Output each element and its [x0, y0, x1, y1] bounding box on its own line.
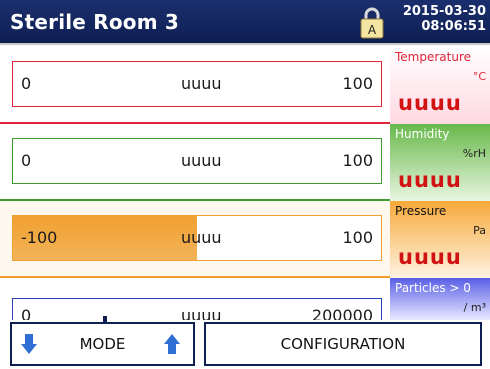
- sensor-unit: / m³: [463, 301, 486, 314]
- sensor-name: Particles > 0: [395, 281, 471, 295]
- lock-letter: A: [368, 23, 377, 37]
- arrow-down-icon[interactable]: [20, 333, 38, 355]
- sensor-unit: °C: [472, 70, 486, 83]
- sensor-row-pressure[interactable]: -100 uuuu 100 Pressure Pa uuuu: [0, 201, 490, 278]
- gauge-max: 100: [342, 74, 373, 93]
- sensor-unit: Pa: [473, 224, 486, 237]
- gauge-value: uuuu: [181, 74, 222, 93]
- gauge-min: 0: [21, 306, 32, 320]
- mode-button[interactable]: MODE: [10, 322, 195, 366]
- sensor-value: uuuu: [398, 168, 462, 192]
- gauge-bar: -100 uuuu 100: [12, 215, 382, 261]
- sensor-value: uuuu: [398, 245, 462, 269]
- date-label: 2015-03-30: [402, 4, 486, 19]
- gauge-min: 0: [21, 74, 32, 93]
- gauge-max: 100: [342, 151, 373, 170]
- time-label: 08:06:51: [421, 19, 486, 34]
- gauge-value: uuuu: [181, 228, 222, 247]
- gauge-max: 100: [342, 228, 373, 247]
- sensor-name: Pressure: [395, 204, 447, 218]
- page-title: Sterile Room 3: [10, 10, 180, 34]
- sensor-value: uuuu: [398, 91, 462, 115]
- gauge-bar: 0 uuuu 200000: [12, 298, 382, 320]
- sensor-tile[interactable]: Humidity %rH uuuu: [390, 124, 490, 201]
- arrow-up-icon[interactable]: [163, 333, 181, 355]
- sensor-tile[interactable]: Particles > 0 / m³: [390, 278, 490, 320]
- mode-label: MODE: [79, 335, 126, 353]
- datetime: 2015-03-30 08:06:51: [394, 4, 486, 34]
- header-bar: Sterile Room 3 A 2015-03-30 08:06:51: [0, 0, 490, 45]
- gauge-bar: 0 uuuu 100: [12, 138, 382, 184]
- gauge-min: -100: [21, 228, 58, 247]
- sensor-name: Temperature: [395, 50, 472, 64]
- gauge-bar: 0 uuuu 100: [12, 61, 382, 107]
- gauge-max: 200000: [311, 306, 373, 320]
- sensor-row-humidity[interactable]: 0 uuuu 100 Humidity %rH uuuu: [0, 124, 490, 201]
- gauge-value: uuuu: [181, 306, 222, 320]
- sensor-name: Humidity: [395, 127, 450, 141]
- sensor-tile[interactable]: Pressure Pa uuuu: [390, 201, 490, 278]
- bottom-bar: MODE CONFIGURATION: [0, 316, 490, 369]
- configuration-label: CONFIGURATION: [280, 335, 406, 353]
- sensor-row-particles[interactable]: 0 uuuu 200000 Particles > 0 / m³: [0, 278, 490, 320]
- gauge-value: uuuu: [181, 151, 222, 170]
- sensor-row-temperature[interactable]: 0 uuuu 100 Temperature °C uuuu: [0, 47, 490, 124]
- configuration-button[interactable]: CONFIGURATION: [204, 322, 482, 366]
- padlock-icon[interactable]: A: [359, 5, 385, 39]
- gauge-min: 0: [21, 151, 32, 170]
- sensor-unit: %rH: [462, 147, 486, 160]
- sensor-tile[interactable]: Temperature °C uuuu: [390, 47, 490, 124]
